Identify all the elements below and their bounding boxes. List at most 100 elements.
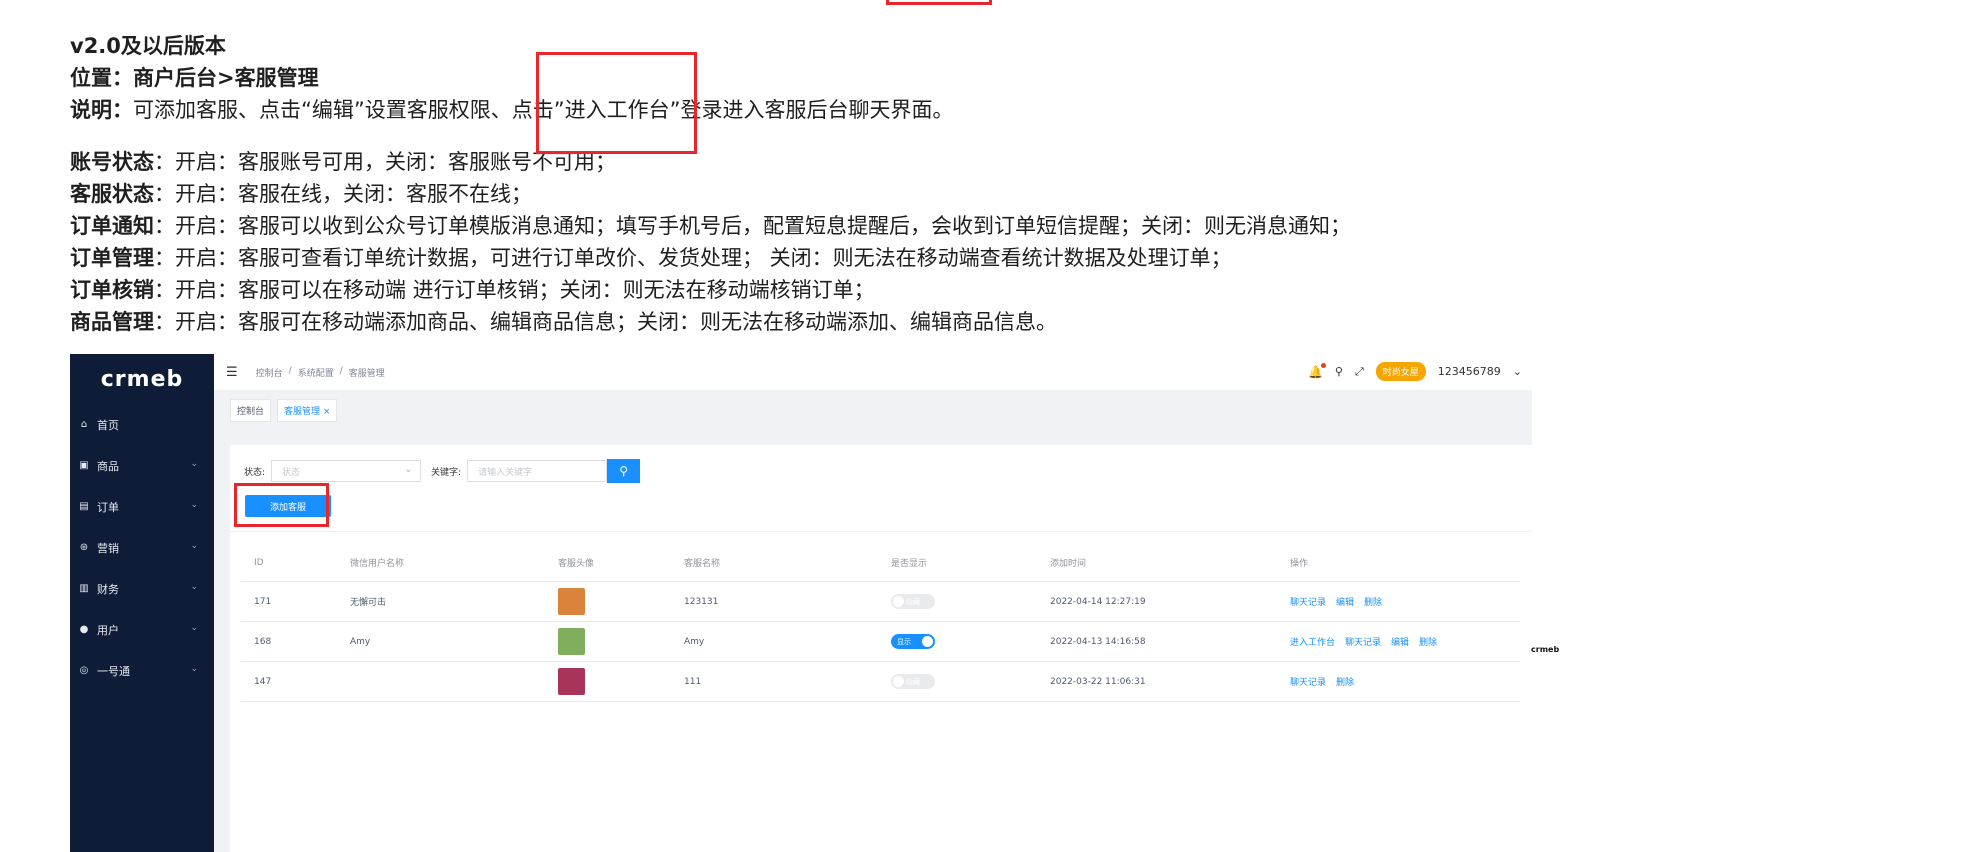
action-link[interactable]: 编辑 [1336,595,1354,608]
corner-watermark-logo: crmeb [1531,645,1560,654]
status-placeholder: 状态 [282,467,301,478]
admin-screenshot: crmeb ⌂ 首页 ▣ 商品 ⌄ ▤ 订单 ⌄ ⊛ 营销 ⌄ ▥ 财务 ⌄ ● 用户 ⌄ ◎ 一号通 ⌄ ☰ 控制台… [70,354,1532,852]
chevron-down-icon: ⌄ [190,623,198,633]
cell-avatar [558,622,585,661]
store-avatar-badge[interactable]: 时尚女屋 [1375,362,1426,381]
sidebar-item-label: 一号通 [97,664,130,678]
toggle-label: 显示 [897,637,911,646]
cell-time: 2022-03-22 11:06:31 [1050,676,1146,687]
rule-line: 客服状态：开启：客服在线，关闭：客服不在线； [70,178,1950,210]
breadcrumb: 控制台 / 系统配置 / 客服管理 [256,366,385,379]
show-toggle[interactable]: 显示 [891,634,935,649]
sidebar-item[interactable]: ⌂ 首页 [70,404,214,445]
chevron-down-icon: ⌄ [404,465,413,475]
description-label: 说明： [70,98,133,122]
notification-dot [1320,362,1326,368]
service-table: ID 微信用户名称 客服头像 客服名称 是否显示 添加时间 操作 171 无懈可击… [242,543,1520,702]
rule-text: ：开启：客服可在移动端添加商品、编辑商品信息；关闭：则无法在移动端添加、编辑商品… [154,310,1057,334]
sidebar-item[interactable]: ▥ 财务 ⌄ [70,568,214,609]
username[interactable]: 123456789 [1438,365,1501,378]
status-select[interactable]: 状态 ⌄ [271,460,422,482]
rule-term: 订单通知 [70,214,154,238]
action-link[interactable]: 聊天记录 [1290,595,1326,608]
sidebar-item-label: 商品 [97,459,119,473]
version-title: v2.0及以后版本 [70,34,226,58]
top-highlight-box [886,0,992,5]
tab-console[interactable]: 控制台 [230,398,272,422]
rule-term: 客服状态 [70,182,154,206]
cell-name: Amy [684,636,705,647]
cell-id: 147 [254,676,272,687]
table-row: 147 111 隐藏 2022-03-22 11:06:31 聊天记录 删除 [242,662,1520,702]
keyword-input[interactable]: 请输入关键字 [467,460,608,482]
menu-fold-icon[interactable]: ☰ [226,365,238,380]
cell-id: 171 [254,596,272,607]
breadcrumb-item[interactable]: 系统配置 [298,366,334,379]
rule-term: 订单核销 [70,278,154,302]
show-toggle[interactable]: 隐藏 [891,674,935,689]
content-card: 状态: 状态 ⌄ 关键字: 请输入关键字 ⚲ 添加客服 ID 微信用户名称 客服… [230,445,1532,852]
table-body: 171 无懈可击 123131 隐藏 2022-04-14 12:27:19 聊天记录 编辑… [242,582,1520,702]
description-line: 说明：可添加客服、点击“编辑”设置客服权限、点击”进入工作台”登录进入客服后台聊… [70,94,1950,126]
search-icon: ⚲ [619,464,628,478]
tab-service-management[interactable]: 客服管理 × [277,398,338,422]
cell-time: 2022-04-14 12:27:19 [1050,596,1146,607]
action-link[interactable]: 编辑 [1391,635,1409,648]
show-toggle[interactable]: 隐藏 [891,594,935,609]
cell-actions: 聊天记录 编辑 删除 [1290,582,1382,621]
rule-line: 订单通知：开启：客服可以收到公众号订单模版消息通知；填写手机号后，配置短息提醒后… [70,210,1950,242]
top-bar: ☰ 控制台 / 系统配置 / 客服管理 🔔 ⚲ ⤢ 时尚女屋 123456789… [214,354,1532,390]
cell-name: 111 [684,676,702,687]
rule-term: 账号状态 [70,150,154,174]
fullscreen-icon[interactable]: ⤢ [1355,365,1364,379]
sidebar-item-label: 用户 [97,623,119,637]
location-value: 商户后台>客服管理 [133,66,319,90]
cell-actions: 进入工作台 聊天记录 编辑 删除 [1290,622,1437,661]
chevron-down-icon: ⌄ [190,541,198,551]
header-id: ID [254,557,264,568]
rule-text: ：开启：客服可以在移动端 进行订单核销；关闭：则无法在移动端核销订单； [154,278,875,302]
chevron-down-icon[interactable]: ⌄ [1513,365,1522,378]
bell-icon[interactable]: 🔔 [1308,362,1326,379]
toggle-label: 隐藏 [906,597,920,606]
sidebar-item-label: 营销 [97,541,119,555]
sidebar-item[interactable]: ▤ 订单 ⌄ [70,486,214,527]
search-button[interactable]: ⚲ [607,459,641,483]
status-label: 状态: [244,467,266,478]
toggle-knob [893,676,904,687]
sidebar-item[interactable]: ⊛ 营销 ⌄ [70,527,214,568]
avatar [558,668,585,695]
rule-term: 订单管理 [70,246,154,270]
breadcrumb-separator: / [339,365,343,376]
bar-chart-icon: ▥ [79,583,89,594]
action-link[interactable]: 删除 [1364,595,1382,608]
action-link[interactable]: 删除 [1419,635,1437,648]
header-name: 客服名称 [684,559,721,569]
divider [230,531,1532,532]
rule-line: 订单核销：开启：客服可以在移动端 进行订单核销；关闭：则无法在移动端核销订单； [70,274,1950,306]
cell-nickname: 无懈可击 [350,598,387,608]
cell-actions: 聊天记录 删除 [1290,662,1354,701]
sidebar-item-label: 首页 [97,418,119,432]
search-icon[interactable]: ⚲ [1335,365,1343,378]
action-link[interactable]: 聊天记录 [1345,635,1381,648]
sidebar-nav: ⌂ 首页 ▣ 商品 ⌄ ▤ 订单 ⌄ ⊛ 营销 ⌄ ▥ 财务 ⌄ ● 用户 ⌄ ◎ 一号通 ⌄ [70,404,214,691]
action-link[interactable]: 聊天记录 [1290,675,1326,688]
action-link[interactable]: 删除 [1336,675,1354,688]
action-link[interactable]: 进入工作台 [1290,635,1335,648]
sidebar: crmeb ⌂ 首页 ▣ 商品 ⌄ ▤ 订单 ⌄ ⊛ 营销 ⌄ ▥ 财务 ⌄ ● 用户 ⌄ ◎ 一号通 ⌄ [70,354,214,852]
cell-time: 2022-04-13 14:16:58 [1050,636,1146,647]
breadcrumb-item[interactable]: 控制台 [256,366,283,379]
doc-text: v2.0及以后版本 位置：商户后台>客服管理 说明：可添加客服、点击“编辑”设置… [70,30,1950,338]
header-tools: 🔔 ⚲ ⤢ 时尚女屋 123456789 ⌄ [1308,362,1522,381]
sidebar-item[interactable]: ● 用户 ⌄ [70,609,214,650]
rule-line: 账号状态：开启：客服账号可用，关闭：客服账号不可用； [70,146,1950,178]
aperture-icon: ⊛ [79,542,89,553]
chevron-down-icon: ⌄ [190,500,198,510]
avatar [558,588,585,615]
sidebar-item[interactable]: ▣ 商品 ⌄ [70,445,214,486]
sidebar-item[interactable]: ◎ 一号通 ⌄ [70,650,214,691]
chevron-down-icon: ⌄ [190,459,198,469]
rule-text: ：开启：客服可以收到公众号订单模版消息通知；填写手机号后，配置短息提醒后，会收到… [154,214,1351,238]
header-avatar: 客服头像 [558,559,595,569]
